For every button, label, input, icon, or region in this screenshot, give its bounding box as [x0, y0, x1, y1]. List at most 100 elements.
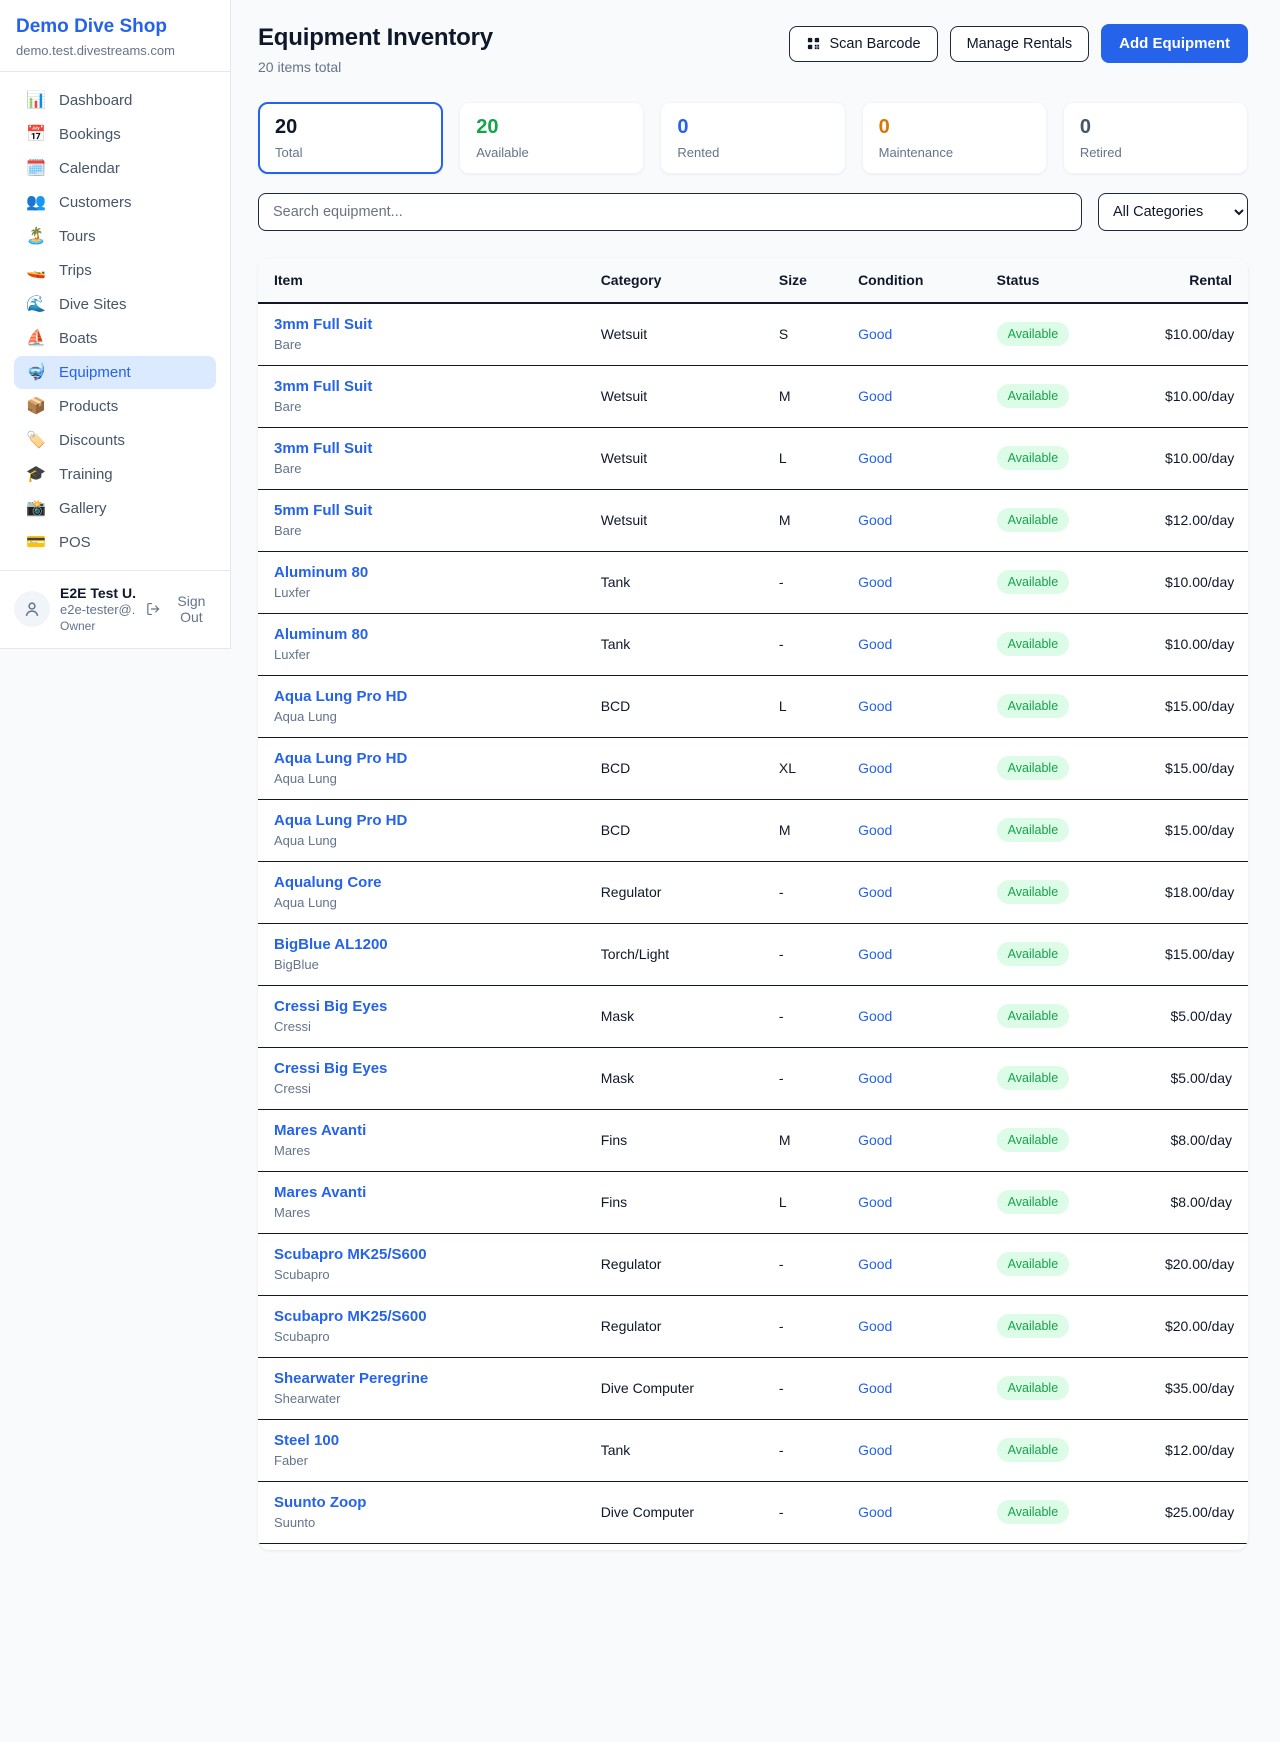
sidebar-item-equipment[interactable]: 🤿Equipment — [14, 356, 216, 389]
table-row: Mares AvantiMaresFinsLGoodAvailable$8.00… — [258, 1171, 1248, 1233]
condition-link[interactable]: Good — [858, 512, 892, 528]
condition-link[interactable]: Good — [858, 574, 892, 590]
condition-cell: Good — [842, 861, 981, 923]
sidebar-item-products[interactable]: 📦Products — [14, 390, 216, 423]
item-name-link[interactable]: Mares Avanti — [274, 1122, 366, 1139]
condition-link[interactable]: Good — [858, 1318, 892, 1334]
condition-link[interactable]: Good — [858, 1070, 892, 1086]
category-select[interactable]: All Categories — [1098, 193, 1248, 231]
condition-link[interactable]: Good — [858, 946, 892, 962]
table-row: 3mm Full SuitBareWetsuitLGoodAvailable$1… — [258, 427, 1248, 489]
stat-card-retired[interactable]: 0Retired — [1063, 102, 1248, 174]
status-badge: Available — [997, 942, 1070, 966]
col-condition: Condition — [842, 258, 981, 303]
sidebar-item-trips[interactable]: 🚤Trips — [14, 254, 216, 287]
condition-link[interactable]: Good — [858, 1504, 892, 1520]
size-cell: - — [763, 1481, 842, 1543]
status-badge: Available — [997, 1128, 1070, 1152]
sidebar-item-label: Customers — [59, 194, 132, 211]
sidebar-item-boats[interactable]: ⛵Boats — [14, 322, 216, 355]
category-cell: Torch/Light — [585, 923, 763, 985]
item-brand: BigBlue — [274, 957, 569, 972]
stat-card-rented[interactable]: 0Rented — [660, 102, 845, 174]
item-name-link[interactable]: Cressi Big Eyes — [274, 1060, 387, 1077]
item-name-link[interactable]: Suunto Zoop — [274, 1494, 366, 1511]
item-name-link[interactable]: Aqua Lung Pro HD — [274, 688, 407, 705]
item-name-link[interactable]: Mares Avanti — [274, 1184, 366, 1201]
sidebar-item-pos[interactable]: 💳POS — [14, 526, 216, 559]
condition-link[interactable]: Good — [858, 326, 892, 342]
size-cell: M — [763, 1109, 842, 1171]
size-cell: L — [763, 1171, 842, 1233]
sidebar-item-dashboard[interactable]: 📊Dashboard — [14, 84, 216, 117]
sidebar-item-calendar[interactable]: 🗓️Calendar — [14, 152, 216, 185]
item-cell: Scubapro MK25/S600Scubapro — [258, 1295, 585, 1357]
status-badge: Available — [997, 384, 1070, 408]
sidebar-item-label: Dashboard — [59, 92, 132, 109]
sidebar-item-dive-sites[interactable]: 🌊Dive Sites — [14, 288, 216, 321]
sidebar-item-training[interactable]: 🎓Training — [14, 458, 216, 491]
sidebar-item-bookings[interactable]: 📅Bookings — [14, 118, 216, 151]
condition-link[interactable]: Good — [858, 1132, 892, 1148]
condition-link[interactable]: Good — [858, 884, 892, 900]
category-cell: Tank — [585, 551, 763, 613]
item-name-link[interactable]: Aluminum 80 — [274, 626, 368, 643]
scan-barcode-button[interactable]: Scan Barcode — [789, 26, 937, 62]
sidebar-item-gallery[interactable]: 📸 Gallery — [14, 492, 216, 525]
item-name-link[interactable]: 5mm Full Suit — [274, 502, 372, 519]
status-badge: Available — [997, 632, 1070, 656]
size-cell: M — [763, 799, 842, 861]
search-input[interactable] — [258, 193, 1082, 231]
gallery-icon: 📸 — [26, 501, 46, 517]
stat-value: 0 — [879, 116, 1030, 139]
item-name-link[interactable]: Scubapro MK25/S600 — [274, 1308, 427, 1325]
sign-out-button[interactable]: Sign Out — [146, 593, 216, 625]
status-cell: Available — [981, 489, 1149, 551]
item-name-link[interactable]: Steel 100 — [274, 1432, 339, 1449]
sidebar-item-label: Gallery — [59, 500, 107, 517]
status-cell: Available — [981, 1171, 1149, 1233]
condition-cell: Good — [842, 737, 981, 799]
condition-link[interactable]: Good — [858, 450, 892, 466]
condition-link[interactable]: Good — [858, 822, 892, 838]
item-name-link[interactable]: Aqualung Core — [274, 874, 382, 891]
sidebar-item-tours[interactable]: 🏝️Tours — [14, 220, 216, 253]
item-name-link[interactable]: Scubapro MK25/S600 — [274, 1246, 427, 1263]
condition-link[interactable]: Good — [858, 1008, 892, 1024]
stat-card-total[interactable]: 20Total — [258, 102, 443, 174]
condition-link[interactable]: Good — [858, 1256, 892, 1272]
stat-card-available[interactable]: 20Available — [459, 102, 644, 174]
sidebar-nav: 📊Dashboard📅Bookings🗓️Calendar👥Customers🏝… — [0, 72, 230, 570]
status-cell: Available — [981, 1481, 1149, 1543]
item-name-link[interactable]: Aqua Lung Pro HD — [274, 750, 407, 767]
add-equipment-button[interactable]: Add Equipment — [1101, 24, 1248, 63]
category-cell: BCD — [585, 675, 763, 737]
condition-link[interactable]: Good — [858, 388, 892, 404]
brand-title[interactable]: Demo Dive Shop — [16, 16, 214, 38]
condition-link[interactable]: Good — [858, 636, 892, 652]
stat-card-maintenance[interactable]: 0Maintenance — [862, 102, 1047, 174]
rental-cell: $12.00/day — [1149, 1419, 1248, 1481]
manage-rentals-button[interactable]: Manage Rentals — [950, 26, 1090, 62]
item-name-link[interactable]: 3mm Full Suit — [274, 316, 372, 333]
status-badge: Available — [997, 818, 1070, 842]
item-name-link[interactable]: Cressi Big Eyes — [274, 998, 387, 1015]
item-name-link[interactable]: 3mm Full Suit — [274, 440, 372, 457]
item-name-link[interactable]: Shearwater Peregrine — [274, 1370, 428, 1387]
item-brand: Suunto — [274, 1515, 569, 1530]
add-equipment-label: Add Equipment — [1119, 35, 1230, 52]
item-name-link[interactable]: Aluminum 80 — [274, 564, 368, 581]
item-name-link[interactable]: BigBlue AL1200 — [274, 936, 388, 953]
rental-cell: $10.00/day — [1149, 303, 1248, 365]
condition-link[interactable]: Good — [858, 1194, 892, 1210]
condition-link[interactable]: Good — [858, 698, 892, 714]
sidebar-item-discounts[interactable]: 🏷️Discounts — [14, 424, 216, 457]
category-cell: Wetsuit — [585, 489, 763, 551]
sidebar-item-customers[interactable]: 👥Customers — [14, 186, 216, 219]
item-name-link[interactable]: Aqua Lung Pro HD — [274, 812, 407, 829]
item-brand: Aqua Lung — [274, 833, 569, 848]
condition-link[interactable]: Good — [858, 1380, 892, 1396]
condition-link[interactable]: Good — [858, 760, 892, 776]
condition-link[interactable]: Good — [858, 1442, 892, 1458]
item-name-link[interactable]: 3mm Full Suit — [274, 378, 372, 395]
